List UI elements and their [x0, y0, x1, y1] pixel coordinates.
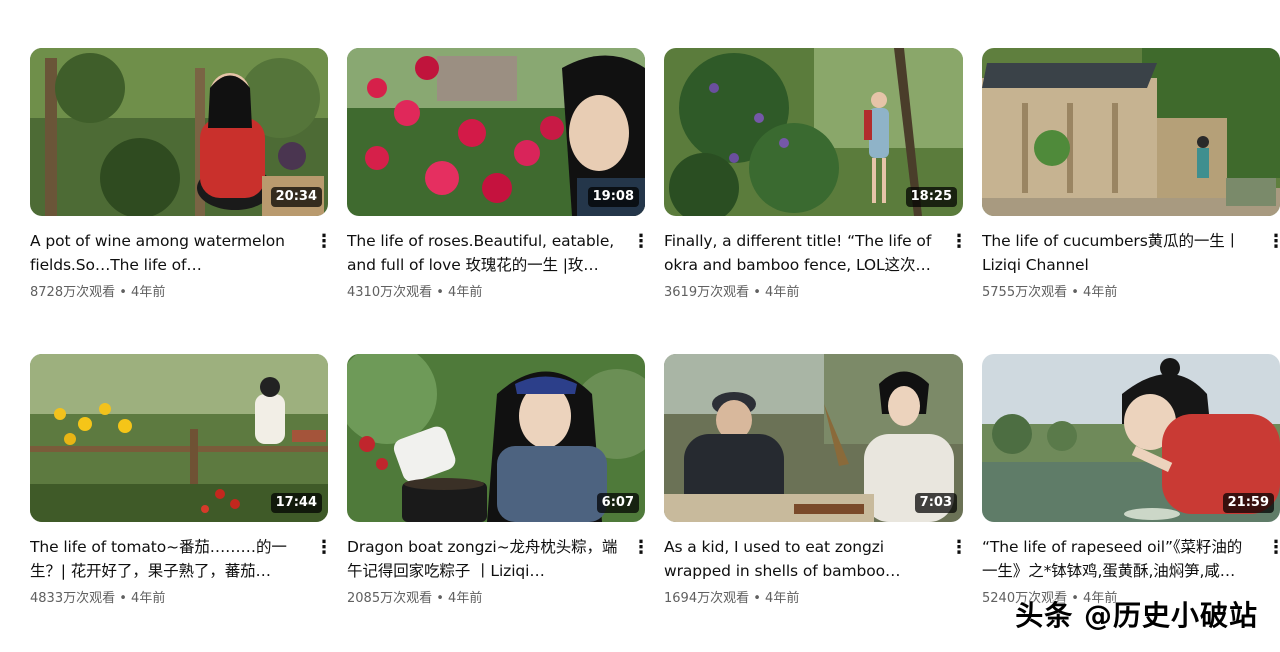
video-title[interactable]: The life of roses.Beautiful, eatable, an… — [347, 229, 621, 277]
video-thumbnail[interactable]: 17:44 — [30, 354, 328, 522]
more-options-icon[interactable]: ⋮ — [312, 229, 336, 253]
video-thumbnail[interactable] — [982, 48, 1280, 216]
video-stats: 3619万次观看 • 4年前 — [664, 284, 963, 302]
view-count: 8728万次观看 — [30, 285, 116, 300]
video-title[interactable]: Finally, a different title! “The life of… — [664, 229, 939, 277]
watermark: 头条 @历史小破站 — [1015, 599, 1258, 632]
video-card[interactable]: The life of cucumbers黄瓜的一生丨 Liziqi Chann… — [982, 48, 1280, 302]
video-title[interactable]: The life of tomato~番茄………的一生？| 花开好了，果子熟了，… — [30, 535, 304, 583]
video-grid: 20:34 A pot of wine among watermelon fie… — [30, 48, 1280, 608]
video-card[interactable]: 21:59 “The life of rapeseed oil”《菜籽油的一生》… — [982, 354, 1280, 608]
more-options-icon[interactable]: ⋮ — [1264, 229, 1280, 253]
video-duration: 18:25 — [905, 187, 957, 207]
video-title[interactable]: “The life of rapeseed oil”《菜籽油的一生》之*钵钵鸡,… — [982, 535, 1256, 583]
separator-dot: • — [1071, 285, 1079, 300]
video-card[interactable]: 17:44 The life of tomato~番茄………的一生？| 花开好了… — [30, 354, 333, 608]
separator-dot: • — [436, 285, 444, 300]
video-title[interactable]: Dragon boat zongzi~龙舟枕头粽，端午记得回家吃粽子 丨Lizi… — [347, 535, 621, 583]
video-meta: “The life of rapeseed oil”《菜籽油的一生》之*钵钵鸡,… — [982, 535, 1280, 583]
upload-age: 4年前 — [1083, 285, 1118, 300]
view-count: 1694万次观看 — [664, 591, 750, 606]
upload-age: 4年前 — [131, 591, 166, 606]
video-duration: 19:08 — [587, 187, 639, 207]
video-stats: 2085万次观看 • 4年前 — [347, 590, 645, 608]
separator-dot: • — [753, 591, 761, 606]
separator-dot: • — [119, 591, 127, 606]
video-duration: 21:59 — [1222, 493, 1274, 513]
video-stats: 4310万次观看 • 4年前 — [347, 284, 645, 302]
video-meta: The life of tomato~番茄………的一生？| 花开好了，果子熟了，… — [30, 535, 333, 583]
video-thumbnail[interactable]: 18:25 — [664, 48, 963, 216]
view-count: 5755万次观看 — [982, 285, 1068, 300]
video-card[interactable]: 20:34 A pot of wine among watermelon fie… — [30, 48, 333, 302]
more-options-icon[interactable]: ⋮ — [947, 229, 971, 253]
more-options-icon[interactable]: ⋮ — [947, 535, 971, 559]
video-card[interactable]: 7:03 As a kid, I used to eat zongzi wrap… — [664, 354, 968, 608]
video-meta: The life of cucumbers黄瓜的一生丨 Liziqi Chann… — [982, 229, 1280, 277]
video-stats: 8728万次观看 • 4年前 — [30, 284, 328, 302]
video-thumbnail[interactable]: 20:34 — [30, 48, 328, 216]
video-meta: Dragon boat zongzi~龙舟枕头粽，端午记得回家吃粽子 丨Lizi… — [347, 535, 650, 583]
upload-age: 4年前 — [131, 285, 166, 300]
separator-dot: • — [753, 285, 761, 300]
view-count: 4310万次观看 — [347, 285, 433, 300]
video-meta: The life of roses.Beautiful, eatable, an… — [347, 229, 650, 277]
video-meta: As a kid, I used to eat zongzi wrapped i… — [664, 535, 968, 583]
view-count: 2085万次观看 — [347, 591, 433, 606]
view-count: 3619万次观看 — [664, 285, 750, 300]
separator-dot: • — [436, 591, 444, 606]
more-options-icon[interactable]: ⋮ — [629, 535, 653, 559]
video-duration: 17:44 — [270, 493, 322, 513]
more-options-icon[interactable]: ⋮ — [312, 535, 336, 559]
more-options-icon[interactable]: ⋮ — [1264, 535, 1280, 559]
video-meta: Finally, a different title! “The life of… — [664, 229, 968, 277]
video-meta: A pot of wine among watermelon fields.So… — [30, 229, 333, 277]
video-card[interactable]: 18:25 Finally, a different title! “The l… — [664, 48, 968, 302]
video-card[interactable]: 6:07 Dragon boat zongzi~龙舟枕头粽，端午记得回家吃粽子 … — [347, 354, 650, 608]
video-stats: 4833万次观看 • 4年前 — [30, 590, 328, 608]
view-count: 4833万次观看 — [30, 591, 116, 606]
video-duration: 6:07 — [596, 493, 639, 513]
video-title[interactable]: A pot of wine among watermelon fields.So… — [30, 229, 304, 277]
video-thumbnail[interactable]: 7:03 — [664, 354, 963, 522]
upload-age: 4年前 — [765, 591, 800, 606]
upload-age: 4年前 — [765, 285, 800, 300]
more-options-icon[interactable]: ⋮ — [629, 229, 653, 253]
video-thumbnail[interactable]: 6:07 — [347, 354, 645, 522]
separator-dot: • — [119, 285, 127, 300]
video-duration: 20:34 — [270, 187, 322, 207]
video-title[interactable]: The life of cucumbers黄瓜的一生丨 Liziqi Chann… — [982, 229, 1256, 277]
video-duration: 7:03 — [914, 493, 957, 513]
video-card[interactable]: 19:08 The life of roses.Beautiful, eatab… — [347, 48, 650, 302]
video-thumbnail[interactable]: 21:59 — [982, 354, 1280, 522]
video-stats: 1694万次观看 • 4年前 — [664, 590, 963, 608]
upload-age: 4年前 — [448, 285, 483, 300]
video-stats: 5755万次观看 • 4年前 — [982, 284, 1280, 302]
upload-age: 4年前 — [448, 591, 483, 606]
thumbnail-image — [982, 48, 1280, 216]
video-thumbnail[interactable]: 19:08 — [347, 48, 645, 216]
video-title[interactable]: As a kid, I used to eat zongzi wrapped i… — [664, 535, 939, 583]
